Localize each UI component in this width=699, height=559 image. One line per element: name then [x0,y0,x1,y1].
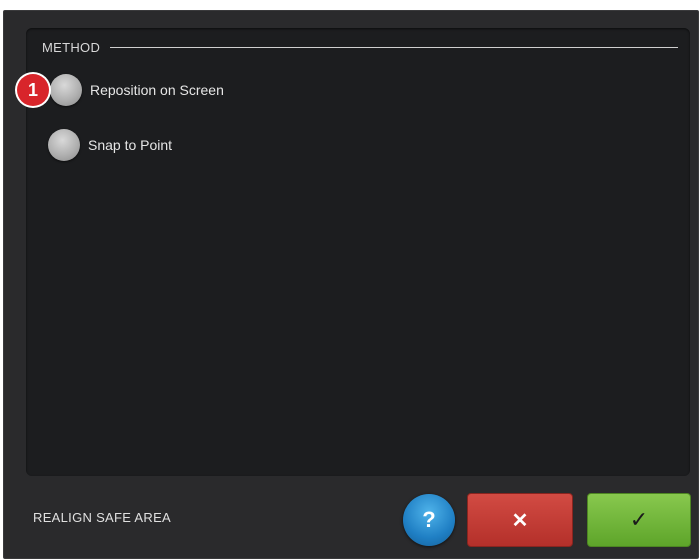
step-number-badge: 1 [17,74,49,106]
cancel-button[interactable]: ✕ [467,493,573,547]
option-label: Reposition on Screen [90,82,224,98]
method-section-title: METHOD [42,39,101,55]
method-section-header: METHOD [42,38,678,56]
close-icon: ✕ [511,509,529,532]
option-label: Snap to Point [88,137,173,153]
section-divider [110,46,678,48]
radio-button-icon[interactable] [50,74,82,106]
radio-button-icon[interactable] [48,129,80,161]
confirm-button[interactable]: ✓ [587,493,691,547]
question-mark-icon: ? [422,507,436,532]
dialog-title: REALIGN SAFE AREA [33,510,172,525]
help-button[interactable]: ? [403,494,455,546]
checkmark-icon: ✓ [629,507,649,532]
option-snap-to-point[interactable]: Snap to Point [48,129,172,161]
option-reposition-on-screen[interactable]: Reposition on Screen [50,74,224,106]
